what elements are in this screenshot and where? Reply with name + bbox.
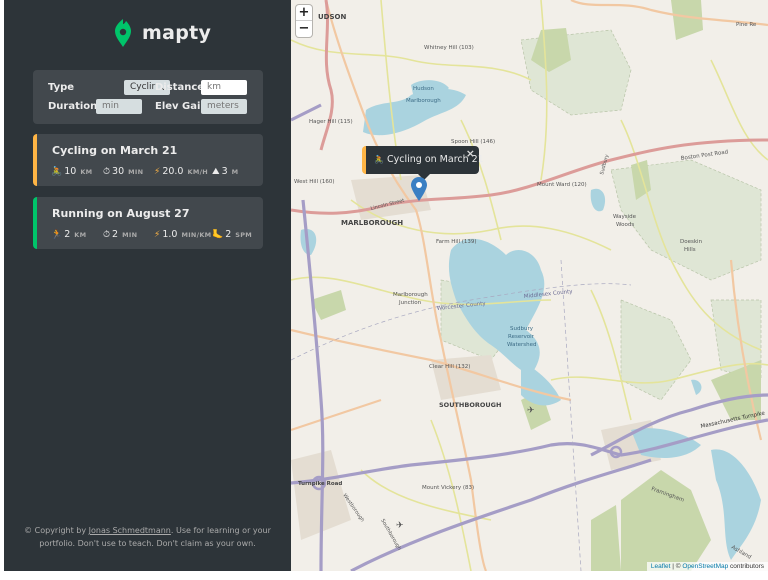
detail-unit: km — [80, 167, 93, 176]
duration-label: Duration — [48, 101, 98, 112]
map-pin-logo-icon — [115, 19, 131, 47]
svg-text:✈: ✈ — [527, 406, 535, 416]
type-select-value: Cyclir — [130, 82, 156, 92]
distance-input[interactable] — [201, 80, 247, 95]
map-label: MARLBOROUGH — [341, 219, 403, 227]
detail-unit: spm — [235, 230, 253, 239]
svg-text:✈: ✈ — [396, 521, 404, 531]
map-label: UDSON — [318, 13, 346, 21]
map-label: Marlborough — [406, 98, 441, 104]
copyright-prefix: © Copyright by — [24, 526, 89, 535]
map-label: Pine Re — [736, 22, 757, 28]
detail-unit: km — [74, 230, 87, 239]
detail-unit: min — [128, 167, 144, 176]
workout-detail-cadence: 🦶 2 spm — [212, 229, 252, 240]
detail-value: 2 — [225, 229, 232, 240]
map-attribution: Leaflet | © OpenStreetMap contributors — [646, 562, 768, 571]
workout-detail-distance: 🏃 2 km — [51, 229, 86, 240]
zoom-out-button[interactable]: − — [296, 21, 312, 37]
airfield-icon: ✈ ✈ — [396, 406, 535, 531]
workout-detail-pace: ⚡ 1.0 min/km — [154, 229, 211, 240]
detail-value: 2 — [112, 229, 119, 240]
elev-gain-label: Elev Gain — [155, 101, 208, 112]
close-icon[interactable]: × — [466, 147, 475, 160]
map-label: Watershed — [507, 342, 537, 348]
map-label: Hager Hill (115) — [309, 119, 353, 125]
detail-unit: min/km — [181, 230, 212, 239]
map-label: Boston Post Road — [680, 149, 728, 162]
mountain-icon: ⛰ — [212, 166, 220, 177]
workout-title: Running on August 27 — [52, 207, 190, 220]
map-label: West Hill (160) — [294, 179, 335, 185]
workout-detail-distance: 🚴 10 km — [51, 166, 92, 177]
footprint-icon: 🦶 — [212, 229, 224, 240]
workout-detail-elevation: ⛰ 3 m — [212, 166, 238, 177]
workout-form: Type Cyclir ⌄ Distance Duration Elev Gai… — [33, 70, 263, 124]
distance-label: Distance — [155, 82, 205, 93]
sidebar: mapty Type Cyclir ⌄ Distance Duration El… — [4, 0, 291, 571]
workout-title: Cycling on March 21 — [52, 144, 178, 157]
runner-icon: 🏃 — [51, 229, 63, 240]
detail-unit: km/h — [187, 167, 209, 176]
workout-item[interactable]: Running on August 27 🏃 2 km ⏱ 2 min ⚡ 1.… — [33, 197, 263, 249]
leaflet-link[interactable]: Leaflet — [651, 563, 671, 570]
map-label: Hills — [684, 247, 696, 253]
map-label: Sudbury — [510, 326, 534, 332]
map-label: Doeskin — [680, 239, 703, 245]
elev-gain-input[interactable] — [201, 99, 247, 114]
detail-value: 1.0 — [162, 229, 178, 240]
detail-value: 30 — [112, 166, 125, 177]
duration-input[interactable] — [96, 99, 142, 114]
map-label: Farm Hill (139) — [436, 239, 477, 245]
map-label: Woods — [616, 222, 634, 228]
map-label: Hudson — [413, 86, 434, 92]
map-label: Mount Vickery (83) — [422, 485, 474, 491]
detail-unit: min — [122, 230, 138, 239]
osm-link[interactable]: OpenStreetMap — [682, 563, 728, 570]
cyclist-icon: 🚴 — [374, 155, 384, 164]
app-container: mapty Type Cyclir ⌄ Distance Duration El… — [4, 0, 768, 571]
map[interactable]: UDSON Whitney Hill (103) Hudson Marlboro… — [291, 0, 768, 571]
detail-value: 10 — [64, 166, 77, 177]
attribution-suffix: contributors — [728, 563, 764, 570]
workout-detail-duration: ⏱ 30 min — [103, 166, 143, 177]
workout-item[interactable]: Cycling on March 21 🚴 10 km ⏱ 30 min ⚡ 2… — [33, 134, 263, 186]
map-label: Reservoir — [508, 334, 535, 340]
map-label: Wayside — [613, 214, 637, 220]
type-label: Type — [48, 82, 75, 93]
detail-value: 20.0 — [162, 166, 184, 177]
stopwatch-icon: ⏱ — [103, 166, 111, 177]
lightning-icon: ⚡ — [154, 166, 161, 177]
map-label: Marlborough — [393, 292, 428, 298]
map-label: Junction — [398, 300, 422, 306]
map-label: Sudbury — [599, 154, 610, 176]
map-label: Clear Hill (132) — [429, 364, 470, 370]
workout-detail-duration: ⏱ 2 min — [103, 229, 137, 240]
map-label: Spoon Hill (146) — [451, 139, 495, 145]
parkland-areas — [440, 29, 762, 401]
logo-text: mapty — [142, 22, 212, 44]
author-link[interactable]: Jonas Schmedtmann — [89, 526, 171, 535]
map-tiles[interactable]: UDSON Whitney Hill (103) Hudson Marlboro… — [291, 0, 768, 571]
zoom-control: + − — [296, 5, 312, 37]
detail-value: 3 — [221, 166, 228, 177]
stopwatch-icon: ⏱ — [103, 229, 111, 240]
lightning-icon: ⚡ — [154, 229, 161, 240]
workout-popup: 🚴 Cycling on March 21 × — [362, 146, 484, 180]
urban-areas — [291, 175, 661, 540]
map-label: SOUTHBOROUGH — [439, 401, 501, 409]
logo: mapty — [114, 18, 211, 48]
workout-detail-speed: ⚡ 20.0 km/h — [154, 166, 208, 177]
detail-value: 2 — [64, 229, 71, 240]
copyright: © Copyright by Jonas Schmedtmann. Use fo… — [24, 524, 271, 550]
map-label: Whitney Hill (103) — [424, 45, 474, 51]
attribution-sep: | © — [670, 563, 683, 570]
cyclist-icon: 🚴 — [51, 166, 63, 177]
zoom-in-button[interactable]: + — [296, 5, 312, 21]
map-label: Mount Ward (120) — [537, 182, 587, 188]
map-marker-icon[interactable] — [411, 177, 427, 201]
detail-unit: m — [231, 167, 239, 176]
map-label: Turnpike Road — [298, 481, 342, 487]
